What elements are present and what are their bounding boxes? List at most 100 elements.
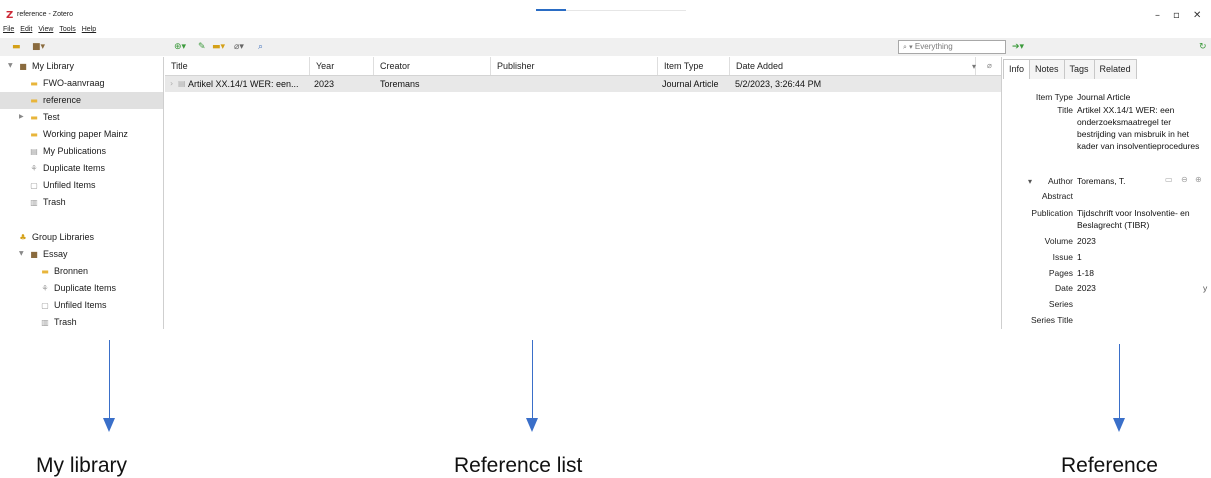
caption-reference: Reference: [1061, 454, 1158, 477]
add-attachment-icon[interactable]: ⌀▾: [234, 41, 244, 53]
remove-author-icon[interactable]: ⊖: [1181, 175, 1188, 184]
field-label-volume: Volume: [1044, 236, 1073, 246]
minimize-button[interactable]: –: [1155, 10, 1160, 21]
locate-icon[interactable]: ➔▾: [1012, 41, 1024, 53]
folder-icon: ▬: [30, 96, 38, 105]
chevron-down-icon[interactable]: ▼: [19, 246, 24, 262]
tree-bronnen[interactable]: ▬ Bronnen: [40, 263, 88, 279]
tree-test[interactable]: ▶ ▬ Test: [19, 109, 60, 125]
column-header-title[interactable]: Title: [165, 57, 310, 75]
column-header-date-added[interactable]: Date Added: [730, 57, 976, 75]
field-value-date[interactable]: 2023: [1077, 282, 1209, 294]
trash-icon: ▥: [30, 198, 38, 207]
selected-collection-highlight: [0, 92, 163, 109]
new-item-icon[interactable]: ⊕▾: [174, 41, 186, 53]
tree-reference[interactable]: ▬ reference: [29, 92, 81, 108]
unfiled-icon: ▢: [41, 301, 49, 310]
column-header-year[interactable]: Year: [310, 57, 374, 75]
field-label-series: Series: [1048, 299, 1073, 309]
field-label-date: Date: [1055, 283, 1073, 293]
tree-unfiled-items[interactable]: ▢ Unfiled Items: [29, 177, 95, 193]
tree-trash[interactable]: ▥ Trash: [29, 194, 65, 210]
duplicate-icon: ⚘: [41, 284, 49, 293]
menu-help[interactable]: Help: [82, 26, 96, 36]
column-header-item-type[interactable]: Item Type: [658, 57, 730, 75]
unfiled-icon: ▢: [30, 181, 38, 190]
cell-title[interactable]: Artikel XX.14/1 WER: een...: [188, 76, 310, 92]
main-toolbar: ▬ ■▾ ⊕▾ ✎ ▬▾ ⌀▾ ⌕ ➔▾ ↻: [0, 38, 1211, 56]
drag-indicator: [536, 9, 566, 11]
tab-info[interactable]: Info: [1003, 59, 1031, 79]
chevron-down-icon[interactable]: ▼: [8, 58, 13, 74]
library-icon: ■: [30, 250, 38, 259]
menu-view[interactable]: View: [38, 26, 53, 36]
arrow-right-shaft: [1119, 344, 1120, 420]
tree-group-libraries[interactable]: ♣ Group Libraries: [18, 229, 94, 245]
cell-creator[interactable]: Toremans: [380, 76, 488, 92]
tree-duplicate-items[interactable]: ⚘ Duplicate Items: [29, 160, 105, 176]
tree-working-paper-mainz[interactable]: ▬ Working paper Mainz: [29, 126, 128, 142]
tree-my-library[interactable]: ▼ ■ My Library: [8, 58, 74, 74]
tab-tags[interactable]: Tags: [1063, 59, 1095, 79]
tree-group-duplicate-items[interactable]: ⚘ Duplicate Items: [40, 280, 116, 296]
chevron-right-icon[interactable]: ›: [170, 76, 173, 92]
menu-edit[interactable]: Edit: [20, 26, 32, 36]
name-swap-icon[interactable]: ▭: [1165, 175, 1173, 184]
new-collection-icon[interactable]: ▬: [12, 41, 21, 53]
maximize-button[interactable]: ▫: [1173, 10, 1180, 21]
tree-my-publications[interactable]: ▤ My Publications: [29, 143, 106, 159]
title-bar: Z reference - Zotero – ▫ ✕: [0, 0, 1211, 26]
caption-reference-list: Reference list: [454, 454, 583, 477]
field-value-pages[interactable]: 1-18: [1077, 267, 1209, 279]
group-icon: ♣: [19, 233, 27, 242]
field-value-title[interactable]: Artikel XX.14/1 WER: een onderzoeksmaatr…: [1077, 104, 1209, 152]
field-label-item-type: Item Type: [1035, 92, 1073, 102]
field-value-item-type[interactable]: Journal Article: [1077, 91, 1209, 103]
close-button[interactable]: ✕: [1193, 10, 1201, 21]
trash-icon: ▥: [41, 318, 49, 327]
zotero-logo-icon: Z: [6, 10, 14, 21]
cell-year[interactable]: 2023: [314, 76, 370, 92]
item-tabs: Info Notes Tags Related: [1003, 59, 1137, 79]
cell-publisher[interactable]: [497, 76, 653, 92]
tree-group-unfiled-items[interactable]: ▢ Unfiled Items: [40, 297, 106, 313]
new-note-icon[interactable]: ▬▾: [212, 41, 225, 53]
chevron-right-icon[interactable]: ▶: [19, 109, 24, 125]
items-pane: Title Year Creator Publisher Item Type D…: [165, 57, 1002, 329]
field-value-publication[interactable]: Tijdschrift voor Insolventie- en Beslagr…: [1077, 207, 1209, 231]
tab-notes[interactable]: Notes: [1029, 59, 1065, 79]
add-by-identifier-icon[interactable]: ✎: [198, 41, 206, 53]
menu-tools[interactable]: Tools: [59, 26, 75, 36]
drag-indicator-track: [566, 10, 686, 11]
field-label-abstract: Abstract: [1041, 191, 1073, 201]
search-input[interactable]: ⌕ ▾ Everything: [898, 40, 1006, 54]
field-label-title: Title: [1057, 105, 1073, 115]
menu-file[interactable]: File: [3, 26, 14, 36]
field-label-issue: Issue: [1052, 252, 1073, 262]
advanced-search-icon[interactable]: ⌕: [258, 41, 263, 53]
sort-down-icon[interactable]: ▾: [972, 62, 976, 71]
collections-pane: ▼ ■ My Library ▬ FWO-aanvraag ▬ reference ▶…: [0, 57, 164, 329]
field-value-issue[interactable]: 1: [1077, 251, 1209, 263]
field-value-author[interactable]: Toremans, T.: [1077, 175, 1209, 187]
tree-fwo-aanvraag[interactable]: ▬ FWO-aanvraag: [29, 75, 104, 91]
add-author-icon[interactable]: ⊕: [1195, 175, 1202, 184]
column-header-creator[interactable]: Creator: [374, 57, 491, 75]
arrow-left-head: [103, 418, 115, 432]
column-header-publisher[interactable]: Publisher: [491, 57, 658, 75]
arrow-middle-head: [526, 418, 538, 432]
sync-icon[interactable]: ↻: [1199, 41, 1207, 53]
tree-group-trash[interactable]: ▥ Trash: [40, 314, 76, 330]
window-title: reference - Zotero: [17, 11, 74, 18]
caption-my-library: My library: [36, 454, 128, 477]
date-format-hint: y: [1203, 283, 1208, 293]
new-library-icon[interactable]: ■▾: [32, 41, 45, 53]
field-value-volume[interactable]: 2023: [1077, 235, 1209, 247]
cell-date-added[interactable]: 5/2/2023, 3:26:44 PM: [735, 76, 971, 92]
field-label-author: Author: [1047, 176, 1073, 186]
column-picker-icon[interactable]: ⌀: [987, 61, 992, 70]
field-label-series-title: Series Title: [1030, 315, 1073, 325]
tab-related[interactable]: Related: [1093, 59, 1137, 79]
cell-item-type[interactable]: Journal Article: [662, 76, 730, 92]
tree-essay[interactable]: ▼ ■ Essay: [19, 246, 68, 262]
